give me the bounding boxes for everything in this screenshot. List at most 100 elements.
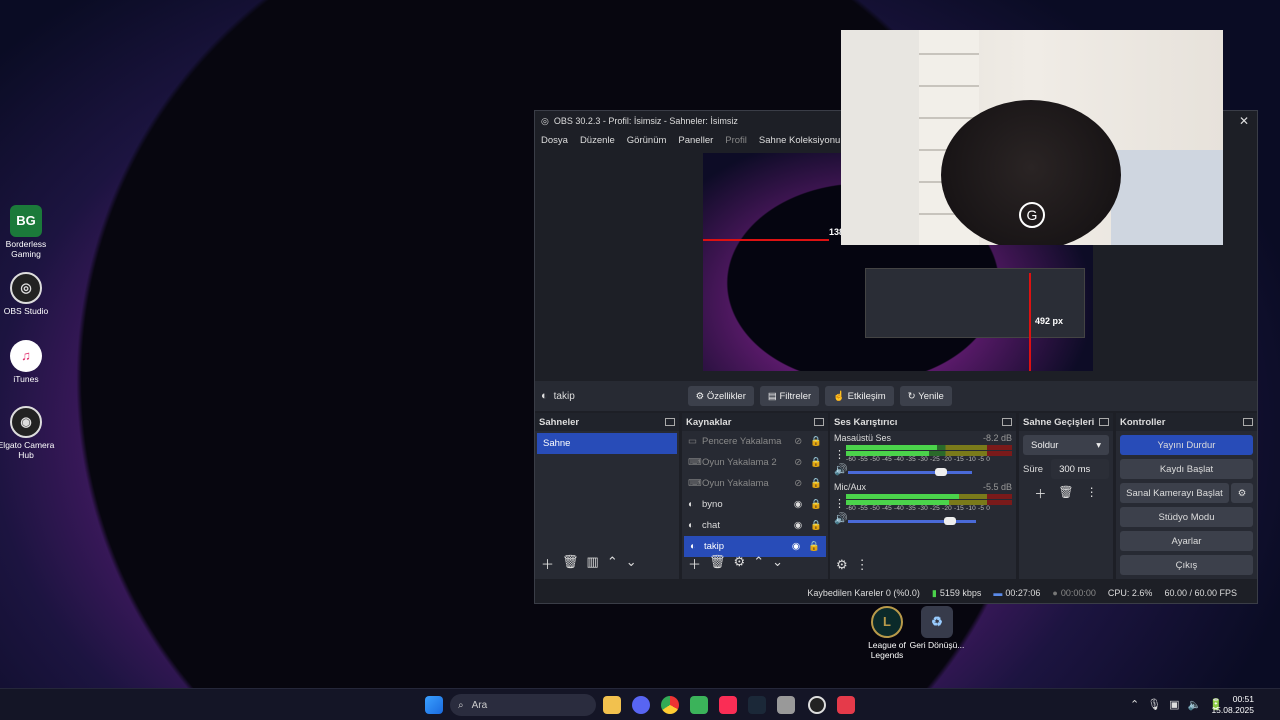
eye-icon: ◉	[793, 520, 803, 531]
scene-transitions-dock: Sahne Geçişleri Soldur ▾ Süre 300 ms ＋ 🗑 ⋮	[1019, 413, 1113, 579]
menu-gorunum[interactable]: Görünüm	[627, 135, 667, 146]
cpu-usage: CPU: 2.6%	[1107, 588, 1153, 598]
refresh-button[interactable]: ↻ Yenile	[899, 386, 952, 406]
add-icon[interactable]: ＋	[688, 554, 701, 573]
lol-icon: L	[871, 606, 903, 638]
studio-mode-button[interactable]: Stüdyo Modu	[1120, 507, 1253, 527]
guide-label: 492 px	[1035, 316, 1064, 326]
undock-icon[interactable]	[1002, 418, 1012, 426]
start-recording-button[interactable]: Kaydı Başlat	[1120, 459, 1253, 479]
audio-mixer-dock: Ses Karıştırıcı Masaüstü Ses -8.2 dB ⋮ -6…	[830, 413, 1016, 579]
down-icon[interactable]: ⌄	[772, 554, 783, 573]
volume-slider[interactable]	[848, 468, 972, 476]
desktop-icon-label: iTunes	[13, 374, 39, 384]
window-title: OBS 30.2.3 - Profil: İsimsiz - Sahneler:…	[553, 116, 738, 126]
add-icon[interactable]: ＋	[541, 554, 554, 573]
menu-dosya[interactable]: Dosya	[541, 135, 568, 146]
clock[interactable]: 00:51 15.08.2025	[1211, 694, 1254, 716]
undock-icon[interactable]	[1099, 418, 1109, 426]
recycle-bin-icon: ♻	[921, 606, 953, 638]
add-icon[interactable]: ＋	[1034, 485, 1046, 502]
lock-icon: 🔒	[810, 478, 822, 489]
menu-profil[interactable]: Profil	[725, 135, 747, 146]
volume-slider[interactable]	[848, 517, 976, 525]
gear-icon[interactable]: ⚙	[734, 554, 746, 573]
filters-button[interactable]: ▤ Filtreler	[759, 386, 820, 406]
vpn-icon[interactable]	[690, 696, 708, 714]
source-item[interactable]: ▭ Pencere Yakalama ⊘ 🔒	[682, 431, 828, 452]
trash-icon[interactable]: 🗑	[1058, 485, 1073, 502]
lock-icon: 🔒	[810, 520, 822, 531]
more-icon[interactable]: ⋮	[834, 448, 846, 461]
exit-button[interactable]: Çıkış	[1120, 555, 1253, 575]
source-item[interactable]: ◐ byno ◉ 🔒	[682, 494, 828, 515]
mixer-toolbar: ⚙ ⋮	[836, 557, 869, 573]
start-virtual-camera-button[interactable]: Sanal Kamerayı Başlat	[1120, 483, 1229, 503]
chrome-icon[interactable]	[661, 696, 679, 714]
duration-label: Süre	[1023, 463, 1044, 475]
search-icon: ⌕	[458, 699, 464, 711]
menu-sahne-koleksiyonu[interactable]: Sahne Koleksiyonu	[759, 135, 840, 146]
gear-icon[interactable]: ⚙	[836, 557, 848, 573]
desktop-icon-recycle[interactable]: ♻ Geri Dönüşü...	[907, 606, 967, 650]
transition-select[interactable]: Soldur ▾	[1023, 435, 1109, 455]
taskbar-search[interactable]: ⌕ Ara	[450, 694, 596, 716]
live-time: 00:27:06	[1005, 588, 1041, 598]
itunes-icon: ♫	[10, 340, 42, 372]
scene-item[interactable]: Sahne	[537, 433, 677, 454]
lock-icon: 🔒	[810, 499, 822, 510]
source-item[interactable]: ⌨ Oyun Yakalama ⊘ 🔒	[682, 473, 828, 494]
controls-title: Kontroller	[1120, 416, 1166, 428]
chevron-down-icon: ▾	[1096, 439, 1101, 451]
source-icon: ◐	[541, 390, 548, 402]
up-icon[interactable]: ⌃	[607, 554, 618, 573]
gear-icon[interactable]: ⚙	[1231, 483, 1253, 503]
eye-hidden-icon: ⊘	[794, 457, 803, 468]
desktop-icon-itunes[interactable]: ♫ iTunes	[0, 340, 56, 384]
lock-icon: 🔒	[810, 436, 822, 447]
obs-icon[interactable]	[808, 696, 826, 714]
duration-input[interactable]: 300 ms	[1051, 459, 1109, 479]
discord-icon[interactable]	[632, 696, 650, 714]
desktop-icon-label: OBS Studio	[3, 306, 49, 316]
properties-button[interactable]: ⚙ Özellikler	[687, 386, 754, 406]
close-icon[interactable]: ✕	[1239, 114, 1249, 128]
more-icon[interactable]: ⋮	[1086, 485, 1098, 502]
filter-icon[interactable]: ▥	[587, 554, 599, 573]
source-toolbar: ◐ takip ⚙ Özellikler ▤ Filtreler ☝ Etkil…	[535, 381, 1257, 411]
file-explorer-icon[interactable]	[603, 696, 621, 714]
stop-streaming-button[interactable]: Yayını Durdur	[1120, 435, 1253, 455]
undock-icon[interactable]	[814, 418, 824, 426]
mixer-channel: Mic/Aux -5.5 dB ⋮ -60 -55 -50 -45 -40 -35…	[834, 482, 1012, 525]
desktop-icon-borderless[interactable]: BG Borderless Gaming	[0, 205, 56, 259]
trash-icon[interactable]: 🗑	[709, 554, 726, 573]
settings-button[interactable]: Ayarlar	[1120, 531, 1253, 551]
valorant-icon[interactable]	[837, 696, 855, 714]
status-bar: Kaybedilen Kareler 0 (%0.0) ▮ 5159 kbps ▬…	[535, 583, 1257, 603]
steam-icon[interactable]	[748, 696, 766, 714]
up-icon[interactable]: ⌃	[753, 554, 764, 573]
record-time: 00:00:00	[1060, 588, 1096, 598]
desktop-icon-obs[interactable]: ◎ OBS Studio	[0, 272, 56, 316]
more-icon[interactable]: ⋮	[834, 497, 846, 510]
undock-icon[interactable]	[665, 418, 675, 426]
down-icon[interactable]: ⌄	[626, 554, 637, 573]
undock-icon[interactable]	[1243, 418, 1253, 426]
more-icon[interactable]: ⋮	[856, 557, 869, 573]
itunes-icon[interactable]	[719, 696, 737, 714]
menu-paneller[interactable]: Paneller	[678, 135, 713, 146]
speaker-icon[interactable]: 🔊	[834, 463, 848, 476]
desktop-icon-elgato[interactable]: ◉ Elgato Camera Hub	[0, 406, 56, 460]
speaker-icon[interactable]: 🔊	[834, 512, 848, 525]
interact-button[interactable]: ☝ Etkileşim	[825, 386, 894, 406]
elgato-icon: G	[1019, 202, 1045, 228]
menu-duzenle[interactable]: Düzenle	[580, 135, 615, 146]
controls-dock: Kontroller Yayını Durdur Kaydı Başlat Sa…	[1116, 413, 1257, 579]
elgato-icon: ◉	[10, 406, 42, 438]
windows-start-icon[interactable]	[425, 696, 443, 714]
source-item[interactable]: ◐ chat ◉ 🔒	[682, 515, 828, 536]
obs-logo-icon: ◎	[541, 115, 549, 126]
app-icon[interactable]	[777, 696, 795, 714]
source-item[interactable]: ⌨ Oyun Yakalama 2 ⊘ 🔒	[682, 452, 828, 473]
trash-icon[interactable]: 🗑	[562, 554, 579, 573]
